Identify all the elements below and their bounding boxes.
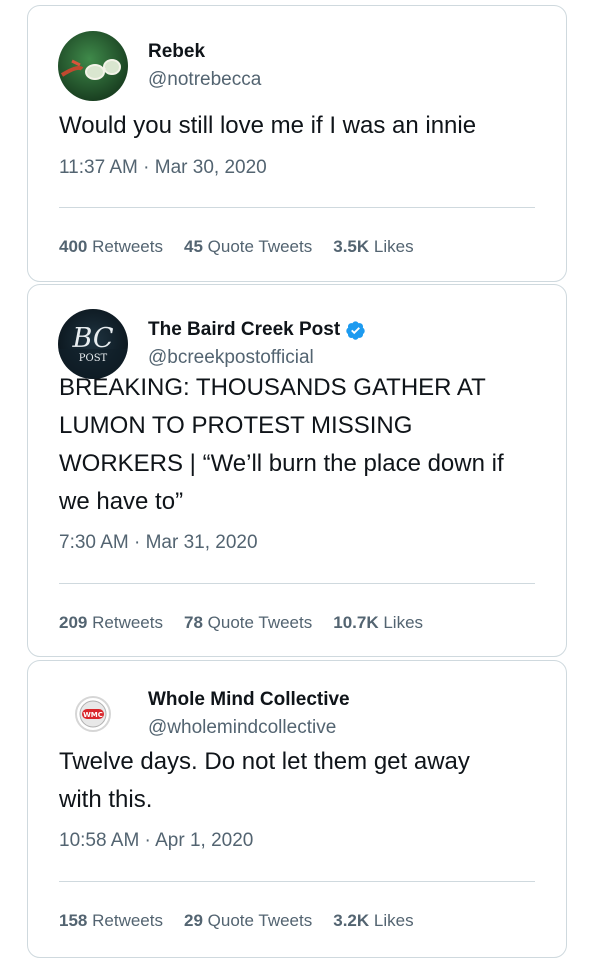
- avatar[interactable]: [58, 31, 128, 101]
- likes-count: 10.7K: [333, 613, 379, 632]
- tweet-stats: 400 Retweets 45 Quote Tweets 3.5K Likes: [59, 237, 435, 257]
- likes-count: 3.5K: [333, 237, 370, 256]
- quote-tweets-label: Quote Tweets: [207, 911, 313, 930]
- user-handle[interactable]: @notrebecca: [148, 68, 261, 92]
- likes-stat[interactable]: 3.2K Likes: [333, 911, 413, 931]
- retweets-count: 400: [59, 237, 88, 256]
- retweets-stat[interactable]: 209 Retweets: [59, 613, 163, 633]
- tweet-header: Rebek @notrebecca: [58, 31, 261, 101]
- avatar[interactable]: WMC: [58, 679, 128, 749]
- display-name[interactable]: The Baird Creek Post: [148, 318, 340, 342]
- tweet-text: Twelve days. Do not let them get away wi…: [59, 748, 470, 813]
- quote-tweets-label: Quote Tweets: [207, 237, 313, 256]
- tweet-text: Would you still love me if I was an inni…: [59, 112, 477, 139]
- quote-tweets-label: Quote Tweets: [207, 613, 313, 632]
- avatar-text: WMC: [83, 711, 103, 719]
- quote-tweets-stat[interactable]: 45 Quote Tweets: [184, 237, 312, 257]
- avatar-text-top: BC: [71, 323, 113, 354]
- quote-tweets-count: 29: [183, 911, 203, 930]
- tweet-header: WMC Whole Mind Collective @wholemindcoll…: [58, 679, 350, 749]
- quote-tweets-stat[interactable]: 29 Quote Tweets: [184, 911, 312, 931]
- likes-stat[interactable]: 10.7K Likes: [333, 613, 423, 633]
- retweets-count: 209: [59, 613, 88, 632]
- quote-tweets-stat[interactable]: 78 Quote Tweets: [184, 613, 312, 633]
- retweets-stat[interactable]: 158 Retweets: [59, 911, 163, 931]
- tweet-timestamp[interactable]: 10:58 AM · Apr 1, 2020: [59, 830, 253, 852]
- retweets-label: Retweets: [92, 613, 163, 632]
- quote-tweets-count: 45: [183, 237, 203, 256]
- divider: [59, 583, 535, 584]
- avatar-text-bottom: POST: [79, 353, 108, 364]
- display-name[interactable]: Rebek: [148, 40, 205, 64]
- display-name[interactable]: Whole Mind Collective: [148, 688, 350, 712]
- likes-count: 3.2K: [333, 911, 370, 930]
- retweets-stat[interactable]: 400 Retweets: [59, 237, 163, 257]
- divider: [59, 207, 535, 208]
- tweet-feed: Rebek @notrebecca Would you still love m…: [0, 0, 594, 960]
- retweets-count: 158: [59, 911, 88, 930]
- tweet-card[interactable]: WMC Whole Mind Collective @wholemindcoll…: [27, 660, 567, 958]
- likes-label: Likes: [383, 613, 424, 632]
- tweet-card[interactable]: BC POST The Baird Creek Post @bcreekpost…: [27, 284, 567, 657]
- tweet-text: BREAKING: THOUSANDS GATHER AT LUMON TO P…: [59, 374, 504, 515]
- user-handle[interactable]: @wholemindcollective: [148, 716, 350, 740]
- retweets-label: Retweets: [92, 911, 163, 930]
- likes-label: Likes: [373, 911, 414, 930]
- quote-tweets-count: 78: [183, 613, 203, 632]
- tweet-timestamp[interactable]: 7:30 AM · Mar 31, 2020: [59, 532, 258, 554]
- tweet-timestamp[interactable]: 11:37 AM · Mar 30, 2020: [59, 157, 267, 179]
- tweet-stats: 158 Retweets 29 Quote Tweets 3.2K Likes: [59, 911, 435, 931]
- retweets-label: Retweets: [92, 237, 163, 256]
- verified-badge-icon: [346, 320, 365, 340]
- likes-label: Likes: [373, 237, 414, 256]
- avatar-image: [58, 31, 128, 101]
- tweet-stats: 209 Retweets 78 Quote Tweets 10.7K Likes: [59, 613, 444, 633]
- tweet-header: BC POST The Baird Creek Post @bcreekpost…: [58, 309, 366, 379]
- likes-stat[interactable]: 3.5K Likes: [333, 237, 413, 257]
- divider: [59, 881, 535, 882]
- user-handle[interactable]: @bcreekpostofficial: [148, 346, 366, 370]
- tweet-card[interactable]: Rebek @notrebecca Would you still love m…: [27, 5, 567, 282]
- avatar-image: WMC: [58, 679, 128, 749]
